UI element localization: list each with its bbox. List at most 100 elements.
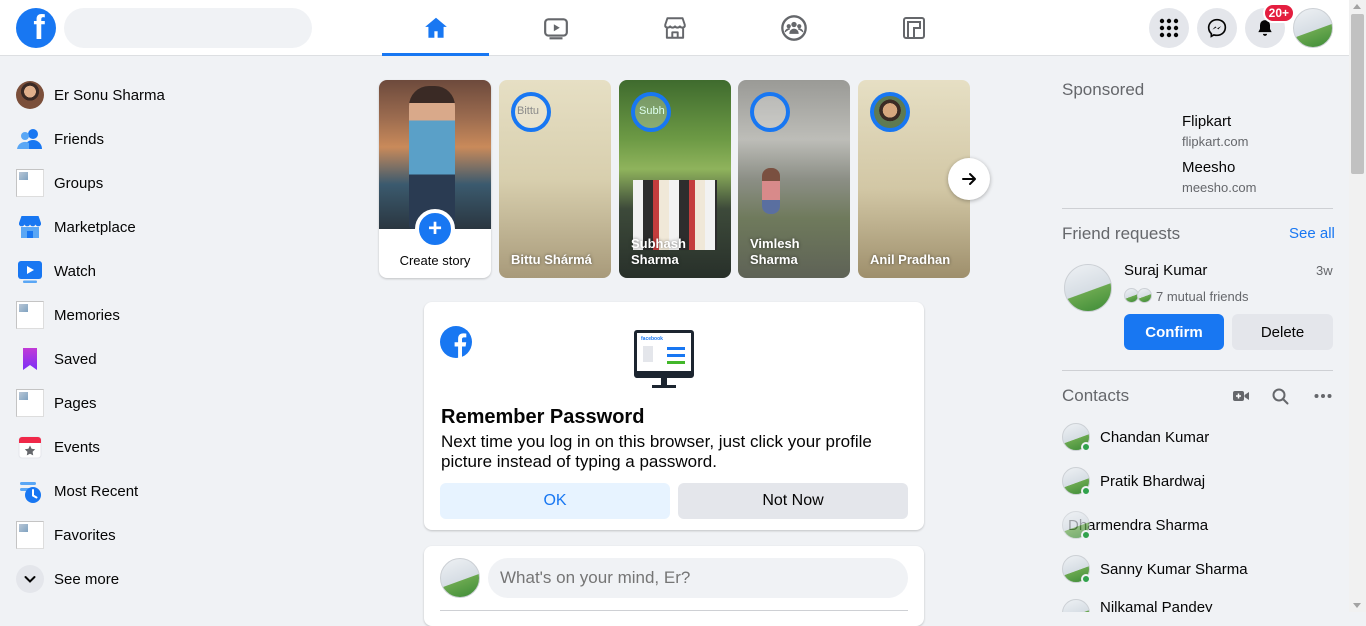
search-input[interactable] xyxy=(64,8,312,48)
contact-item[interactable]: Sanny Kumar Sharma xyxy=(1058,547,1338,591)
groups-icon xyxy=(780,15,807,41)
contact-item[interactable]: Nilkamal Pandey xyxy=(1058,591,1338,612)
contacts-title: Contacts xyxy=(1062,386,1130,405)
sidebar-item-label: Events xyxy=(54,438,100,456)
broken-image-icon xyxy=(16,389,44,417)
ok-button[interactable]: OK xyxy=(440,483,670,519)
friend-requests-title: Friend requests xyxy=(1062,224,1181,243)
sidebar-item-marketplace[interactable]: Marketplace xyxy=(8,205,348,249)
events-icon xyxy=(18,436,42,459)
sidebar-item-favorites[interactable]: Favorites xyxy=(8,513,348,557)
post-composer xyxy=(424,546,924,626)
broken-image-icon xyxy=(16,169,44,197)
request-avatar[interactable] xyxy=(1064,264,1112,312)
tab-groups[interactable] xyxy=(740,0,847,56)
scroll-down-arrow-icon[interactable] xyxy=(1353,603,1361,608)
see-all-link[interactable]: See all xyxy=(1289,225,1335,242)
sidebar-item-most-recent[interactable]: Most Recent xyxy=(8,469,348,513)
contact-item[interactable]: Pratik Bhardwaj xyxy=(1058,459,1338,503)
sidebar-item-groups[interactable]: Groups xyxy=(8,161,348,205)
scroll-up-arrow-icon[interactable] xyxy=(1353,4,1361,9)
monitor-illustration: facebook xyxy=(634,330,694,390)
sidebar-item-watch[interactable]: Watch xyxy=(8,249,348,293)
top-navigation-bar: f 20+ xyxy=(0,0,1349,56)
remember-password-title: Remember Password xyxy=(441,406,645,428)
sidebar-item-label: Groups xyxy=(54,174,104,192)
sidebar-item-friends[interactable]: Friends xyxy=(8,117,348,161)
contact-name: Sanny Kumar Sharma xyxy=(1100,560,1248,578)
tab-gaming[interactable] xyxy=(860,0,967,56)
tab-home[interactable] xyxy=(382,0,489,56)
remember-password-card: facebook Remember Password Next time you… xyxy=(424,302,924,530)
sponsor-url[interactable]: flipkart.com xyxy=(1182,134,1248,149)
sidebar-item-label: Friends xyxy=(54,130,105,148)
notifications-button[interactable]: 20+ xyxy=(1245,3,1295,48)
more-options-icon[interactable] xyxy=(1314,390,1332,402)
sponsor-name[interactable]: Meesho xyxy=(1182,159,1235,176)
video-call-icon[interactable] xyxy=(1232,388,1250,404)
sidebar-see-more[interactable]: See more xyxy=(8,557,348,601)
menu-grid-icon xyxy=(1159,18,1179,38)
request-name[interactable]: Suraj Kumar xyxy=(1124,262,1207,279)
request-time: 3w xyxy=(1316,263,1333,278)
watch-icon xyxy=(18,261,42,283)
account-avatar[interactable] xyxy=(1293,8,1333,48)
search-icon[interactable] xyxy=(1272,388,1289,405)
watch-icon xyxy=(543,18,568,40)
story-name: Vimlesh Sharma xyxy=(750,236,800,267)
tab-marketplace[interactable] xyxy=(621,0,728,56)
story-name: Subhash Sharma xyxy=(631,236,686,267)
sponsor-url[interactable]: meesho.com xyxy=(1182,180,1256,195)
online-indicator xyxy=(1081,574,1091,584)
composer-input[interactable] xyxy=(488,558,908,598)
gaming-icon xyxy=(902,17,925,39)
story-card[interactable]: Vimlesh Sharma xyxy=(738,80,850,278)
contact-name: Chandan Kumar xyxy=(1100,428,1210,446)
composer-avatar xyxy=(440,558,480,598)
mutual-friend-avatar xyxy=(1137,288,1152,303)
tab-watch[interactable] xyxy=(502,0,609,56)
mutual-friends-count[interactable]: 7 mutual friends xyxy=(1156,289,1249,304)
sidebar-item-label: Saved xyxy=(54,350,97,368)
chevron-down-icon xyxy=(24,576,36,583)
section-divider xyxy=(1062,208,1333,209)
sidebar-item-saved[interactable]: Saved xyxy=(8,337,348,381)
delete-button[interactable]: Delete xyxy=(1232,314,1333,350)
sidebar-item-pages[interactable]: Pages xyxy=(8,381,348,425)
plus-icon: + xyxy=(415,209,455,249)
facebook-logo-icon xyxy=(440,326,472,358)
sidebar-item-memories[interactable]: Memories xyxy=(8,293,348,337)
sponsor-name[interactable]: Flipkart xyxy=(1182,113,1231,130)
sidebar-item-label: Marketplace xyxy=(54,218,136,236)
story-avatar: Subh xyxy=(631,92,671,132)
story-name: Bittu Shármá xyxy=(511,252,592,267)
most-recent-icon xyxy=(20,482,41,503)
not-now-button[interactable]: Not Now xyxy=(678,483,908,519)
contact-name: Nilkamal Pandey xyxy=(1100,599,1213,612)
story-avatar xyxy=(750,92,790,132)
story-card[interactable]: Subh Subhash Sharma xyxy=(619,80,731,278)
sidebar-item-profile[interactable]: Er Sonu Sharma xyxy=(8,73,348,117)
marketplace-icon xyxy=(663,17,686,39)
broken-image-icon xyxy=(16,521,44,549)
story-name: Anil Pradhan xyxy=(870,252,951,267)
confirm-button[interactable]: Confirm xyxy=(1124,314,1224,350)
sidebar-item-events[interactable]: Events xyxy=(8,425,348,469)
profile-avatar xyxy=(16,81,44,109)
contact-item[interactable]: Chandan Kumar xyxy=(1058,415,1338,459)
online-indicator xyxy=(1081,486,1091,496)
page-scrollbar[interactable] xyxy=(1349,0,1366,612)
menu-button[interactable] xyxy=(1149,8,1189,48)
messenger-button[interactable] xyxy=(1197,8,1237,48)
facebook-logo[interactable]: f xyxy=(16,8,56,48)
stories-next-button[interactable] xyxy=(948,158,990,200)
sidebar-item-label: Er Sonu Sharma xyxy=(54,86,165,104)
online-indicator xyxy=(1081,530,1091,540)
scrollbar-thumb[interactable] xyxy=(1351,14,1364,174)
create-story-card[interactable]: + Create story xyxy=(379,80,491,278)
arrow-right-icon xyxy=(962,173,976,185)
sidebar-item-label: See more xyxy=(54,570,120,588)
broken-image-icon xyxy=(16,301,44,329)
story-card[interactable]: Bittu Bittu Shármá xyxy=(499,80,611,278)
contact-item[interactable]: Dharmendra Sharma xyxy=(1058,503,1338,547)
